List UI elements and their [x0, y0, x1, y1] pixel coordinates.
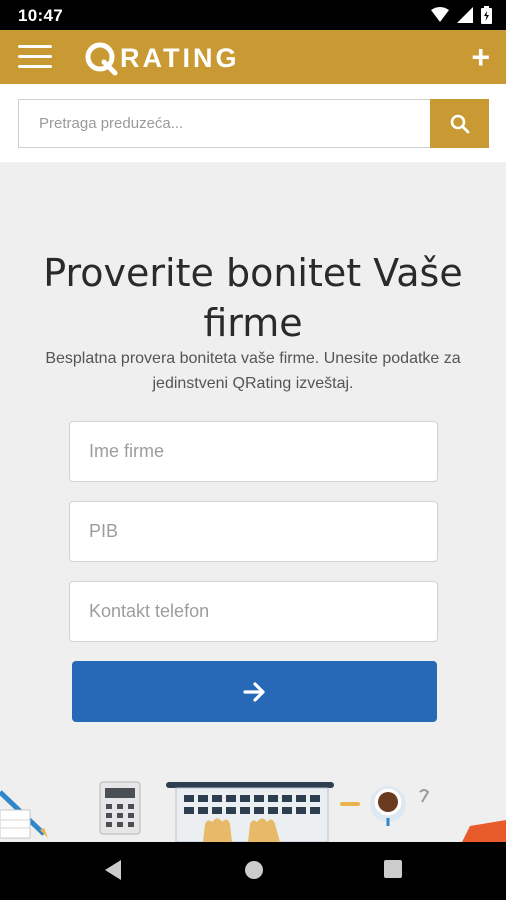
main-content: Proverite bonitet Vaše firme Besplatna p… [0, 162, 506, 842]
page-title: Proverite bonitet Vaše firme [43, 251, 463, 345]
pencil-illustration [0, 790, 48, 839]
add-icon[interactable]: + [471, 41, 490, 73]
search-button[interactable] [430, 99, 489, 148]
arrow-right-icon [242, 681, 265, 702]
logo-q-mark [85, 42, 118, 76]
pib-field[interactable] [69, 501, 438, 562]
folder-illustration [462, 820, 506, 842]
logo-text: RATING [120, 42, 240, 73]
submit-button[interactable] [72, 661, 437, 722]
app-bar: RATING + [0, 30, 506, 84]
status-time: 10:47 [18, 6, 63, 25]
signal-icon [457, 7, 473, 23]
keyboard-illustration [166, 782, 334, 842]
qrating-logo[interactable]: RATING [84, 40, 240, 76]
coffee-illustration [340, 786, 430, 826]
status-icons [431, 6, 492, 24]
battery-icon [481, 6, 492, 24]
wifi-icon [431, 7, 449, 22]
search-bar [0, 84, 506, 162]
calculator-illustration [99, 781, 141, 835]
search-input[interactable] [18, 99, 431, 148]
menu-icon[interactable] [18, 45, 52, 69]
nav-home-icon[interactable] [243, 859, 265, 881]
nav-recents-icon[interactable] [383, 859, 403, 879]
company-name-field[interactable] [69, 421, 438, 482]
nav-back-icon[interactable] [103, 859, 123, 881]
desk-illustration [0, 781, 506, 842]
status-bar: 10:47 [0, 0, 506, 30]
search-icon [450, 114, 469, 133]
contact-phone-field[interactable] [69, 581, 438, 642]
system-nav-bar [0, 842, 506, 900]
page-subtitle: Besplatna provera boniteta vaše firme. U… [45, 350, 461, 392]
